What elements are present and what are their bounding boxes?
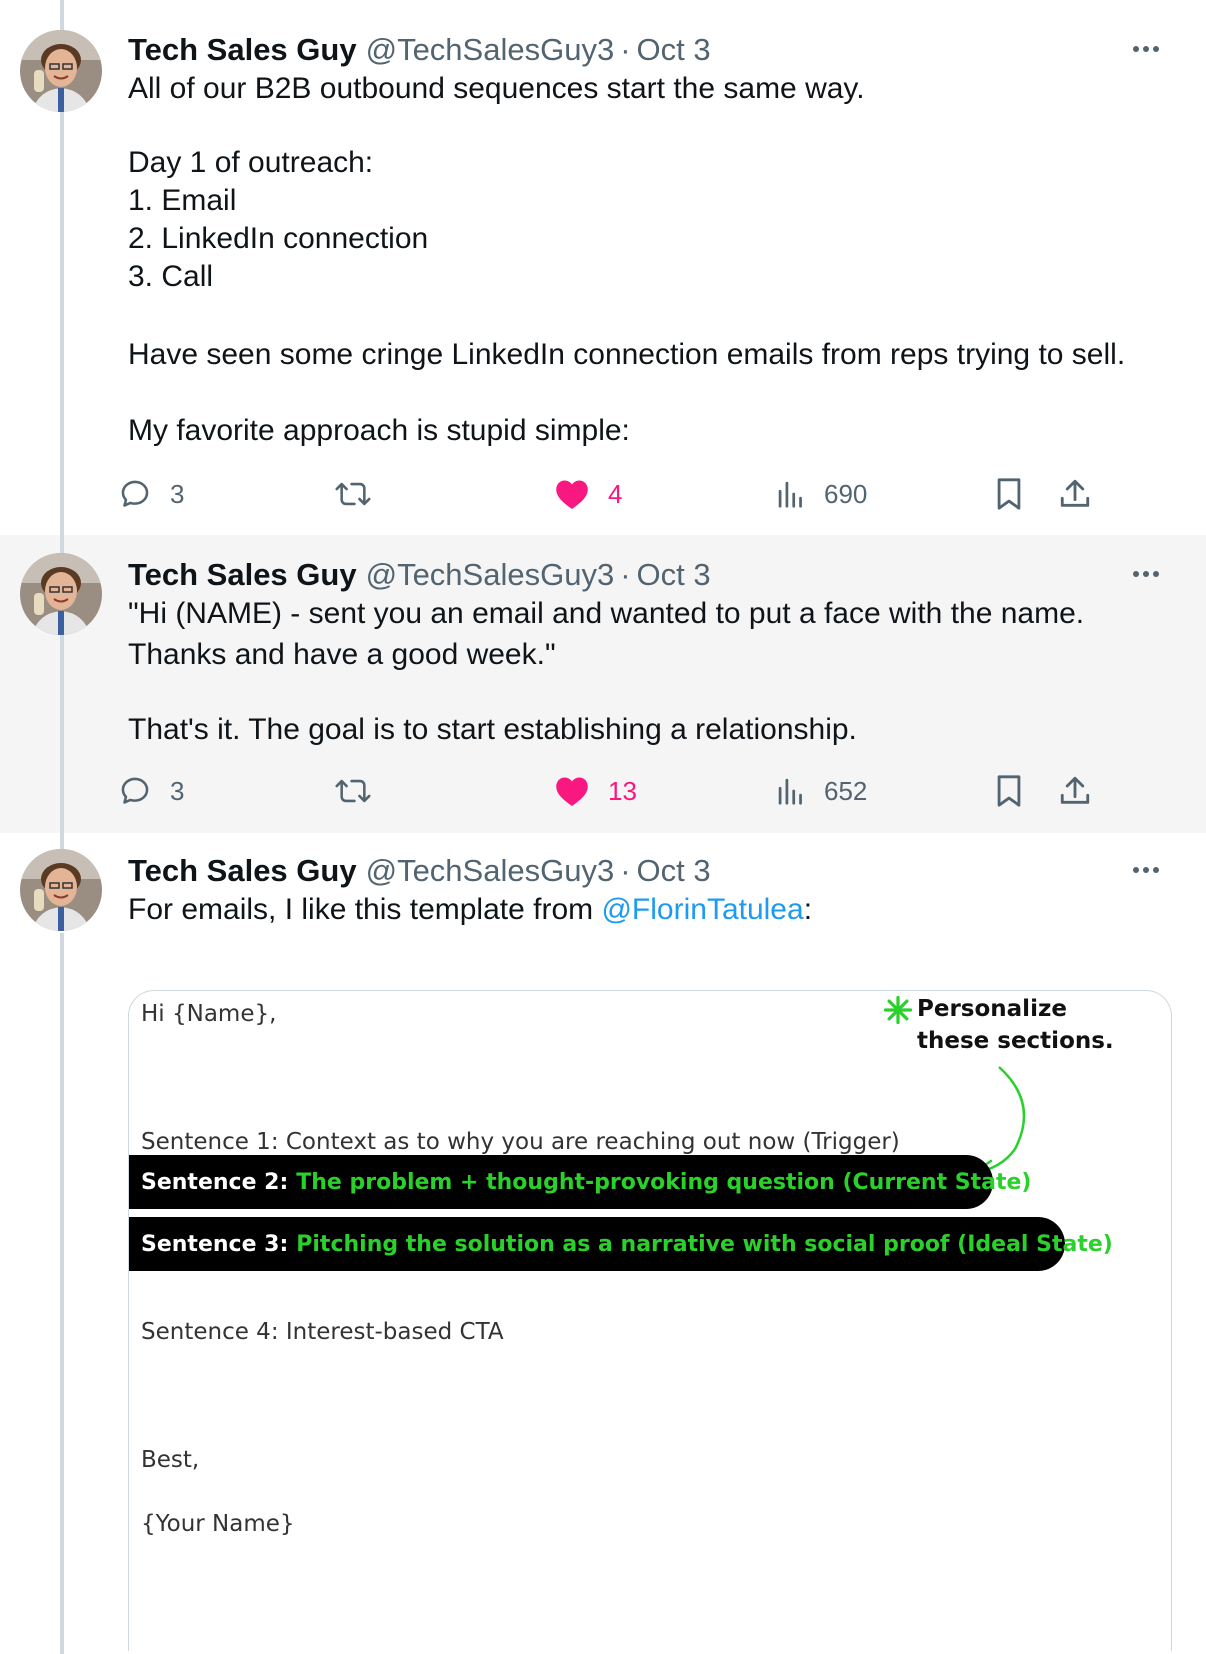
thread-line [60,635,64,833]
tweet-2[interactable]: Tech Sales Guy @TechSalesGuy3 · Oct 3 "H… [0,535,1206,833]
text-segment: : [803,893,813,926]
thread-line [60,833,64,849]
separator-dot: · [620,557,631,592]
separator-dot: · [620,853,631,888]
tweet-header: Tech Sales Guy @TechSalesGuy3 · Oct 3 [128,26,1166,74]
text-line: That's it. The goal is to start establis… [128,713,857,746]
display-name[interactable]: Tech Sales Guy [128,853,357,889]
more-icon[interactable] [1126,855,1166,885]
text-line: For emails, I like this template from @F… [128,889,1166,930]
timestamp[interactable]: Oct 3 [637,853,711,889]
bookmark-icon [997,478,1021,510]
timestamp[interactable]: Oct 3 [637,557,711,593]
text-line: "Hi (NAME) - sent you an email and wante… [128,597,1085,630]
text-line: 2. LinkedIn connection [128,222,429,255]
text-line: Have seen some cringe LinkedIn connectio… [128,338,1126,371]
text-line: 1. Email [128,184,237,217]
share-button[interactable] [1058,474,1092,514]
sentence-2-highlight: Sentence 2: The problem + thought-provok… [129,1155,1031,1209]
reply-count: 3 [170,775,185,806]
share-button[interactable] [1058,771,1092,811]
view-count: 652 [824,775,868,806]
views-icon [778,778,802,805]
bookmark-button[interactable] [994,771,1024,811]
avatar[interactable] [20,30,102,112]
tweet-header: Tech Sales Guy @TechSalesGuy3 · Oct 3 [128,847,1166,895]
views-button[interactable]: 690 [776,474,867,514]
avatar[interactable] [20,553,102,635]
personalize-callout: Personalize these sections. [883,993,1147,1057]
text-line: Day 1 of outreach: [128,146,374,179]
like-button[interactable]: 4 [554,474,622,514]
views-icon [778,481,802,508]
separator-dot: · [620,32,631,67]
display-name[interactable]: Tech Sales Guy [128,557,357,593]
callout-text: Personalize these sections. [917,996,1114,1054]
sentence-3-text: Pitching the solution as a narrative wit… [296,1231,1113,1257]
asterisk-icon [883,995,913,1025]
email-signature: {Your Name} [141,1511,295,1537]
share-icon [1060,776,1090,804]
sentence-3-highlight: Sentence 3: Pitching the solution as a n… [129,1217,1113,1271]
email-greeting: Hi {Name}, [141,1001,277,1027]
tweet-text: All of our B2B outbound sequences start … [128,68,1166,451]
sentence-2-text: The problem + thought-provoking question… [296,1169,1032,1195]
heart-icon [556,777,588,806]
view-count: 690 [824,478,868,509]
like-button[interactable]: 13 [554,771,637,811]
tweet-1[interactable]: Tech Sales Guy @TechSalesGuy3 · Oct 3 Al… [0,0,1206,535]
text-line: My favorite approach is stupid simple: [128,414,630,447]
bookmark-button[interactable] [994,474,1024,514]
reply-count: 3 [170,478,185,509]
sentence-4: Sentence 4: Interest-based CTA [141,1319,504,1345]
tweet-actions: 3 4 690 [121,474,1178,514]
thread-line [60,112,64,535]
user-handle[interactable]: @TechSalesGuy3 [366,853,615,889]
sentence-1: Sentence 1: Context as to why you are re… [141,1129,900,1155]
display-name[interactable]: Tech Sales Guy [128,32,357,68]
text-line: 3. Call [128,260,214,293]
sentence-3-label: Sentence 3: [141,1231,289,1257]
text-line: All of our B2B outbound sequences start … [128,72,865,105]
tweet-header: Tech Sales Guy @TechSalesGuy3 · Oct 3 [128,551,1166,599]
bookmark-icon [997,775,1021,807]
user-handle[interactable]: @TechSalesGuy3 [366,32,615,68]
text-segment: For emails, I like this template from [128,893,602,926]
heart-icon [556,480,588,509]
views-button[interactable]: 652 [776,771,867,811]
reply-button[interactable]: 3 [118,474,184,514]
email-signoff: Best, [141,1447,200,1473]
retweet-icon [335,482,371,506]
reply-icon [121,480,149,507]
reply-icon [121,777,149,804]
tweet-text: For emails, I like this template from @F… [128,889,1166,930]
share-icon [1060,479,1090,507]
tweet-actions: 3 13 652 [121,771,1178,811]
text-line: Thanks and have a good week." [128,638,556,671]
thread-line [60,933,64,1654]
like-count: 4 [608,478,623,509]
tweet-text: "Hi (NAME) - sent you an email and wante… [128,593,1166,750]
user-handle[interactable]: @TechSalesGuy3 [366,557,615,593]
more-icon[interactable] [1126,559,1166,589]
mention-link[interactable]: @FlorinTatulea [601,893,803,926]
reply-button[interactable]: 3 [118,771,184,811]
more-icon[interactable] [1126,34,1166,64]
retweet-button[interactable] [334,474,372,514]
timestamp[interactable]: Oct 3 [637,32,711,68]
retweet-icon [335,779,371,803]
avatar[interactable] [20,849,102,931]
sentence-2-label: Sentence 2: [141,1169,289,1195]
thread-line [60,535,64,553]
tweet-media-image[interactable]: Hi {Name}, Personalize these sections. S… [128,990,1172,1651]
retweet-button[interactable] [334,771,372,811]
like-count: 13 [608,775,637,806]
